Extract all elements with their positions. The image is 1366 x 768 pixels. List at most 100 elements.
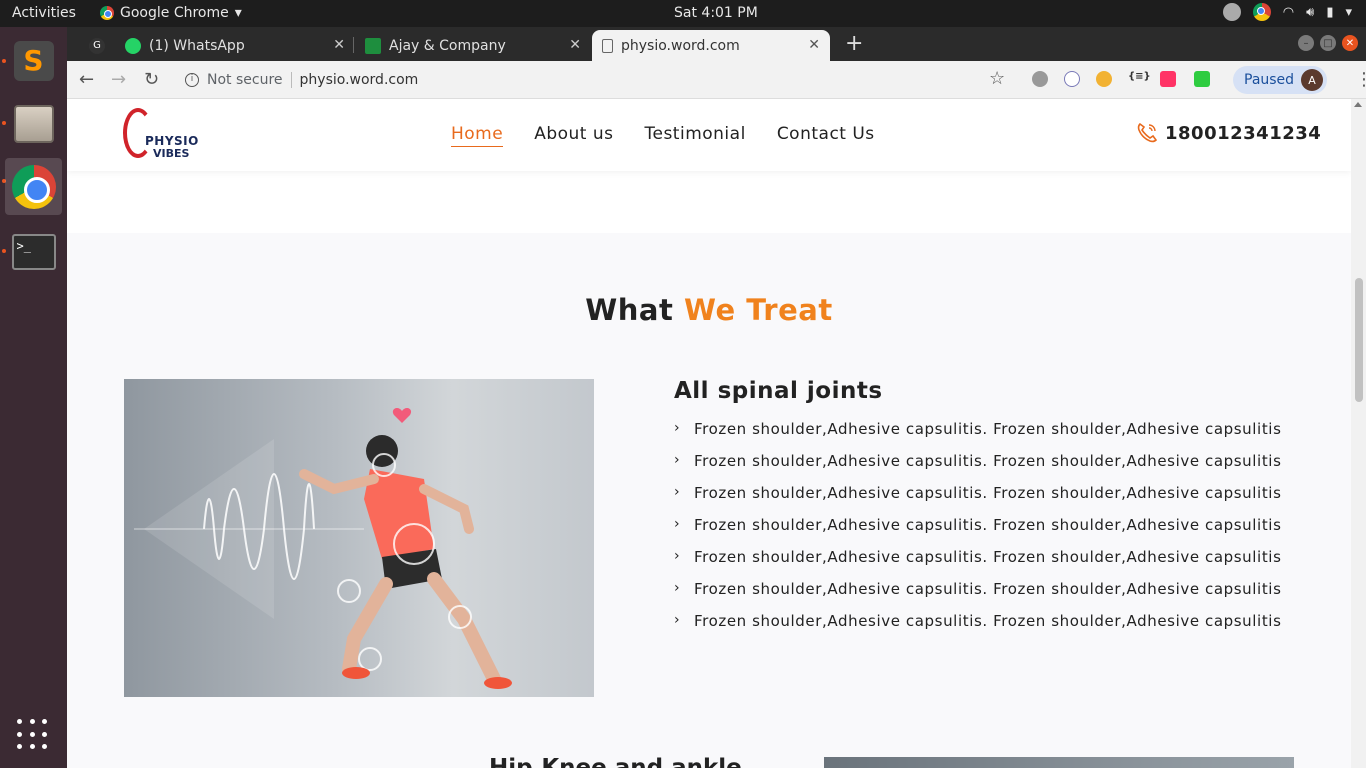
- next-card-title: Hip,Knee and ankle: [489, 755, 742, 768]
- volume-icon[interactable]: 🔊︎: [1306, 5, 1314, 20]
- heading-accent: We Treat: [683, 293, 833, 327]
- cookie-extension-icon[interactable]: [1096, 71, 1112, 87]
- tab-ajay-company[interactable]: Ajay & Company ✕: [355, 30, 591, 61]
- list-item: › Frozen shoulder,Adhesive capsulitis. Fr…: [674, 548, 1282, 566]
- nav-home[interactable]: Home: [451, 124, 504, 147]
- avatar: A: [1301, 69, 1323, 91]
- chevron-right-icon: ›: [674, 580, 681, 596]
- address-bar[interactable]: i Not secure physio.word.com: [175, 65, 1021, 95]
- notification-icon[interactable]: [1222, 3, 1241, 21]
- extension-icon[interactable]: [1064, 71, 1080, 87]
- logo-text: VIBES: [153, 147, 190, 160]
- tab-label: physio.word.com: [621, 37, 740, 54]
- security-label[interactable]: Not secure: [207, 72, 283, 88]
- page-icon: [602, 38, 613, 53]
- json-extension-icon[interactable]: {≡}: [1128, 71, 1151, 87]
- minimize-button[interactable]: –: [1298, 35, 1314, 51]
- close-icon[interactable]: ✕: [333, 37, 345, 53]
- tab-strip: G (1) WhatsApp ✕ Ajay & Company ✕ physio…: [67, 27, 1366, 61]
- wifi-icon[interactable]: ◠: [1283, 5, 1294, 20]
- chrome-icon: [11, 164, 56, 209]
- site-logo[interactable]: PHYSIO VIBES: [123, 108, 198, 160]
- new-tab-button[interactable]: +: [845, 31, 863, 56]
- web-page: PHYSIO VIBES Home About us Testimonial C…: [67, 99, 1351, 768]
- chevron-right-icon: ›: [674, 452, 681, 468]
- site-header: PHYSIO VIBES Home About us Testimonial C…: [67, 99, 1351, 171]
- app-menu[interactable]: Google Chrome ▾: [100, 5, 242, 21]
- list-item: › Frozen shoulder,Adhesive capsulitis. Fr…: [674, 452, 1282, 470]
- card-title: All spinal joints: [674, 378, 883, 404]
- list-item: › Frozen shoulder,Adhesive capsulitis. Fr…: [674, 580, 1282, 598]
- chevron-right-icon: ›: [674, 516, 681, 532]
- bookmark-star-icon[interactable]: ☆: [989, 68, 1005, 89]
- url-text[interactable]: physio.word.com: [300, 72, 419, 88]
- browser-menu-icon[interactable]: ⋮: [1355, 69, 1366, 90]
- clock[interactable]: Sat 4:01 PM: [674, 5, 758, 21]
- chevron-right-icon: ›: [674, 484, 681, 500]
- files-launcher[interactable]: [5, 95, 62, 152]
- logo-swoosh-icon: [123, 108, 153, 158]
- terminal-launcher[interactable]: >_: [5, 223, 62, 280]
- list-item: › Frozen shoulder,Adhesive capsulitis. Fr…: [674, 516, 1282, 534]
- section-heading: What We Treat: [67, 293, 1351, 327]
- profile-status: Paused: [1244, 72, 1295, 88]
- forward-button[interactable]: →: [111, 69, 126, 90]
- browser-toolbar: ← → ↻ i Not secure physio.word.com ☆ {≡}…: [67, 61, 1366, 99]
- files-icon: [13, 104, 54, 143]
- terminal-icon: >_: [11, 233, 56, 270]
- next-card-image: [824, 757, 1294, 768]
- chevron-right-icon: ›: [674, 612, 681, 628]
- heading-main: What: [585, 293, 674, 327]
- tab-label: (1) WhatsApp: [149, 37, 245, 54]
- tab-whatsapp[interactable]: (1) WhatsApp ✕: [115, 30, 355, 61]
- phone-number: 180012341234: [1165, 122, 1322, 144]
- nav-about-us[interactable]: About us: [534, 124, 613, 147]
- runner-illustration: [124, 379, 594, 697]
- tab-physio[interactable]: physio.word.com ✕: [592, 30, 830, 61]
- window-controls: – □ ✕: [1298, 35, 1358, 51]
- logo-text: PHYSIO: [145, 134, 199, 148]
- chevron-down-icon: ▾: [234, 5, 242, 21]
- chrome-launcher[interactable]: [5, 158, 62, 215]
- dock: S >_: [0, 27, 67, 768]
- nav-testimonial[interactable]: Testimonial: [645, 124, 746, 147]
- treatment-list: › Frozen shoulder,Adhesive capsulitis. Fr…: [674, 420, 1282, 644]
- system-tray[interactable]: ◠ 🔊︎ ▮ ▾: [1222, 3, 1352, 21]
- main-nav: Home About us Testimonial Contact Us: [451, 124, 875, 147]
- reload-button[interactable]: ↻: [144, 69, 159, 90]
- scrollbar-thumb[interactable]: [1355, 278, 1363, 402]
- extension-icon[interactable]: [1032, 71, 1048, 87]
- phone-link[interactable]: 180012341234: [1135, 121, 1321, 145]
- list-item: › Frozen shoulder,Adhesive capsulitis. Fr…: [674, 612, 1282, 630]
- info-icon[interactable]: i: [185, 73, 199, 87]
- page-scrollbar[interactable]: [1351, 99, 1366, 768]
- extension-icon[interactable]: [1160, 71, 1176, 87]
- chrome-tray-icon[interactable]: [1252, 3, 1271, 21]
- maximize-button[interactable]: □: [1320, 35, 1336, 51]
- chevron-down-icon[interactable]: ▾: [1345, 5, 1352, 20]
- tab-label: Ajay & Company: [389, 37, 506, 54]
- what-we-treat-section: What We Treat All spinal joints › Frozen…: [67, 233, 1351, 768]
- close-icon[interactable]: ✕: [808, 37, 820, 53]
- chevron-right-icon: ›: [674, 548, 681, 564]
- nav-contact-us[interactable]: Contact Us: [777, 124, 875, 147]
- sublime-text-launcher[interactable]: S: [5, 32, 62, 89]
- whatsapp-icon: [125, 37, 141, 54]
- battery-icon[interactable]: ▮: [1326, 5, 1333, 20]
- close-window-button[interactable]: ✕: [1342, 35, 1358, 51]
- system-top-bar: Activities Google Chrome ▾ Sat 4:01 PM ◠…: [0, 0, 1366, 27]
- chevron-right-icon: ›: [674, 420, 681, 436]
- phone-icon: [1137, 122, 1158, 143]
- show-applications-button[interactable]: [17, 719, 49, 751]
- back-button[interactable]: ←: [79, 69, 94, 90]
- activities-button[interactable]: Activities: [12, 5, 76, 21]
- extension-icon[interactable]: [1194, 71, 1210, 87]
- tab-pinned[interactable]: G: [79, 30, 109, 61]
- github-icon: G: [89, 37, 105, 54]
- profile-button[interactable]: Paused A: [1233, 66, 1327, 94]
- sublime-icon: S: [13, 40, 54, 81]
- chrome-icon: [100, 6, 114, 20]
- scroll-up-icon[interactable]: [1354, 102, 1362, 107]
- close-icon[interactable]: ✕: [569, 37, 581, 53]
- list-item: › Frozen shoulder,Adhesive capsulitis. Fr…: [674, 484, 1282, 502]
